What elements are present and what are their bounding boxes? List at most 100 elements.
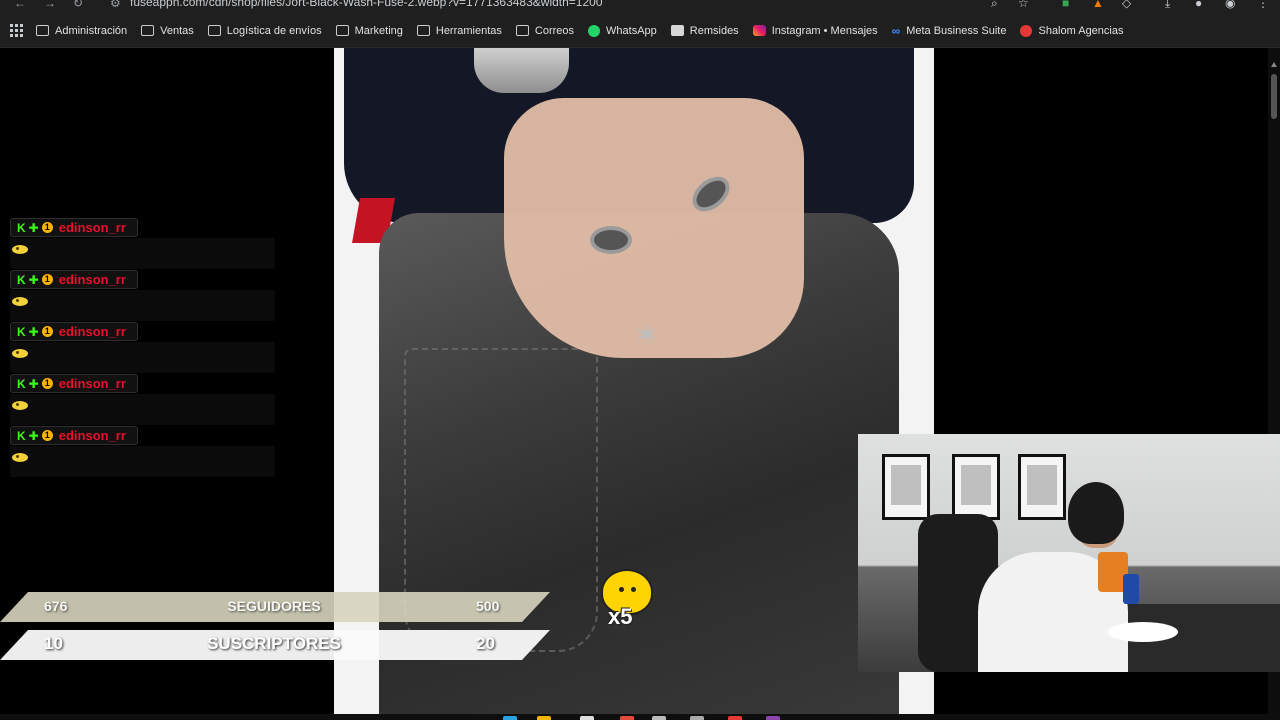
folder-icon xyxy=(335,25,349,36)
chat-body xyxy=(10,446,275,477)
chat-header: K ✚ 1 edinson_rr xyxy=(10,374,138,393)
chat-username: edinson_rr xyxy=(58,272,126,287)
chat-header: K ✚ 1 edinson_rr xyxy=(10,270,138,289)
forward-icon[interactable]: → xyxy=(44,0,56,10)
badge-k: K xyxy=(17,324,26,339)
url-field[interactable]: fuseapph.com/cdn/shop/files/Jort-Black-W… xyxy=(130,0,603,9)
wall-frame xyxy=(952,454,1000,520)
bookmark-whatsapp[interactable]: WhatsApp xyxy=(588,24,657,37)
emblem-icon: ✶ xyxy=(634,319,660,352)
soda-can xyxy=(1123,574,1139,604)
taskbar-app-icon[interactable] xyxy=(652,716,666,720)
extension-icon[interactable]: ■ xyxy=(1062,0,1069,10)
taskbar-app-icon[interactable] xyxy=(728,716,742,720)
chat-username: edinson_rr xyxy=(58,324,126,339)
bookmark-herramientas[interactable]: Herramientas xyxy=(416,24,502,37)
chat-body xyxy=(10,394,275,425)
taskbar-app-icon[interactable] xyxy=(766,716,780,720)
bookmark-ventas[interactable]: Ventas xyxy=(141,25,194,37)
subscribers-goal-bar: 10 SUSCRIPTORES 20 xyxy=(0,630,550,660)
search-icon[interactable]: ⌕ xyxy=(991,0,998,11)
folder-icon xyxy=(416,25,430,36)
badge-one: 1 xyxy=(41,274,53,285)
chat-message: K ✚ 1 edinson_rr xyxy=(10,218,275,270)
extension-icon[interactable]: ▲ xyxy=(1092,0,1104,10)
chat-header: K ✚ 1 edinson_rr xyxy=(10,218,138,237)
chat-username: edinson_rr xyxy=(58,220,126,235)
bookmark-logistica[interactable]: Logística de envíos xyxy=(207,24,322,37)
bookmark-label: Remsides xyxy=(689,24,739,37)
folder-icon xyxy=(515,25,529,36)
bookmark-administracion[interactable]: Administración xyxy=(36,25,127,37)
chat-message: K ✚ 1 edinson_rr xyxy=(10,374,275,426)
bookmark-marketing[interactable]: Marketing xyxy=(335,25,403,37)
scroll-up-icon[interactable] xyxy=(1271,62,1277,67)
badge-one: 1 xyxy=(41,222,53,233)
mascot-multiplier: x5 xyxy=(596,566,654,630)
bookmark-label: Herramientas xyxy=(435,24,502,37)
scroll-thumb[interactable] xyxy=(1271,74,1277,119)
bookmark-label: Correos xyxy=(534,24,575,37)
emote-icon xyxy=(12,349,28,358)
subscribers-goal: 20 xyxy=(476,634,495,653)
multiplier-label: x5 xyxy=(608,604,633,629)
badge-one: 1 xyxy=(41,326,53,337)
watch-shape xyxy=(474,48,569,93)
wall-frame xyxy=(1018,454,1066,520)
person-hair xyxy=(1068,482,1124,544)
badge-k: K xyxy=(17,428,26,443)
reload-icon[interactable]: ↻ xyxy=(73,0,83,10)
badge-plus: ✚ xyxy=(28,220,39,235)
shalom-icon xyxy=(1020,24,1033,37)
chat-body xyxy=(10,238,275,269)
badge-k: K xyxy=(17,220,26,235)
meta-icon: ∞ xyxy=(891,23,901,38)
site-info-icon[interactable]: ⚙ xyxy=(110,0,121,10)
bookmarks-bar: Administración Ventas Logística de envío… xyxy=(0,14,1280,48)
folder-icon xyxy=(207,25,221,36)
avatar[interactable]: ◉ xyxy=(1225,0,1235,10)
chat-message: K ✚ 1 edinson_rr xyxy=(10,270,275,322)
chat-message: K ✚ 1 edinson_rr xyxy=(10,322,275,374)
emote-icon xyxy=(12,401,28,410)
taskbar-app-icon[interactable] xyxy=(690,716,704,720)
download-icon[interactable]: ⤓ xyxy=(1165,0,1170,11)
back-icon[interactable]: ← xyxy=(14,0,26,10)
bookmark-label: Meta Business Suite xyxy=(906,24,1007,37)
chat-overlay: K ✚ 1 edinson_rr K ✚ 1 edinson_rr K ✚ 1 … xyxy=(10,218,275,478)
bookmark-label: Shalom Agencias xyxy=(1038,24,1124,37)
taskbar-app-icon[interactable] xyxy=(580,716,594,720)
taskbar xyxy=(0,714,1280,720)
taskbar-app-icon[interactable] xyxy=(537,716,551,720)
bookmark-instagram[interactable]: Instagram • Mensajes xyxy=(752,24,878,37)
taskbar-app-icon[interactable] xyxy=(620,716,634,720)
taskbar-app-icon[interactable] xyxy=(503,716,517,720)
followers-goal: 500 xyxy=(476,598,500,614)
profile-icon[interactable]: ● xyxy=(1195,0,1202,10)
chat-body xyxy=(10,342,275,373)
bookmark-label: Logística de envíos xyxy=(226,24,322,37)
remsides-icon xyxy=(670,25,684,36)
bookmark-label: Instagram • Mensajes xyxy=(771,24,878,37)
address-bar-row: ← → ↻ ⚙ fuseapph.com/cdn/shop/files/Jort… xyxy=(0,0,1280,14)
menu-icon[interactable]: ⋮ xyxy=(1257,0,1269,10)
whatsapp-icon xyxy=(588,24,601,37)
badge-plus: ✚ xyxy=(28,324,39,339)
emote-icon xyxy=(12,297,28,306)
emote-icon xyxy=(12,453,28,462)
instagram-icon xyxy=(752,25,766,36)
bookmark-remsides[interactable]: Remsides xyxy=(670,24,739,37)
badge-k: K xyxy=(17,376,26,391)
subscribers-label: SUSCRIPTORES xyxy=(207,634,341,653)
bookmark-meta-business-suite[interactable]: ∞ Meta Business Suite xyxy=(892,24,1007,38)
bookmark-shalom[interactable]: Shalom Agencias xyxy=(1020,24,1124,37)
chat-header: K ✚ 1 edinson_rr xyxy=(10,322,138,341)
emote-icon xyxy=(12,245,28,254)
followers-goal-bar: 676 SEGUIDORES 500 xyxy=(0,592,550,622)
followers-label: SEGUIDORES xyxy=(227,598,321,614)
apps-grid-icon[interactable] xyxy=(10,23,24,38)
bookmark-correos[interactable]: Correos xyxy=(515,24,575,37)
bookmark-label: WhatsApp xyxy=(606,24,657,37)
extensions-puzzle-icon[interactable]: ◇ xyxy=(1122,0,1131,10)
bookmark-star-icon[interactable]: ☆ xyxy=(1018,0,1029,10)
